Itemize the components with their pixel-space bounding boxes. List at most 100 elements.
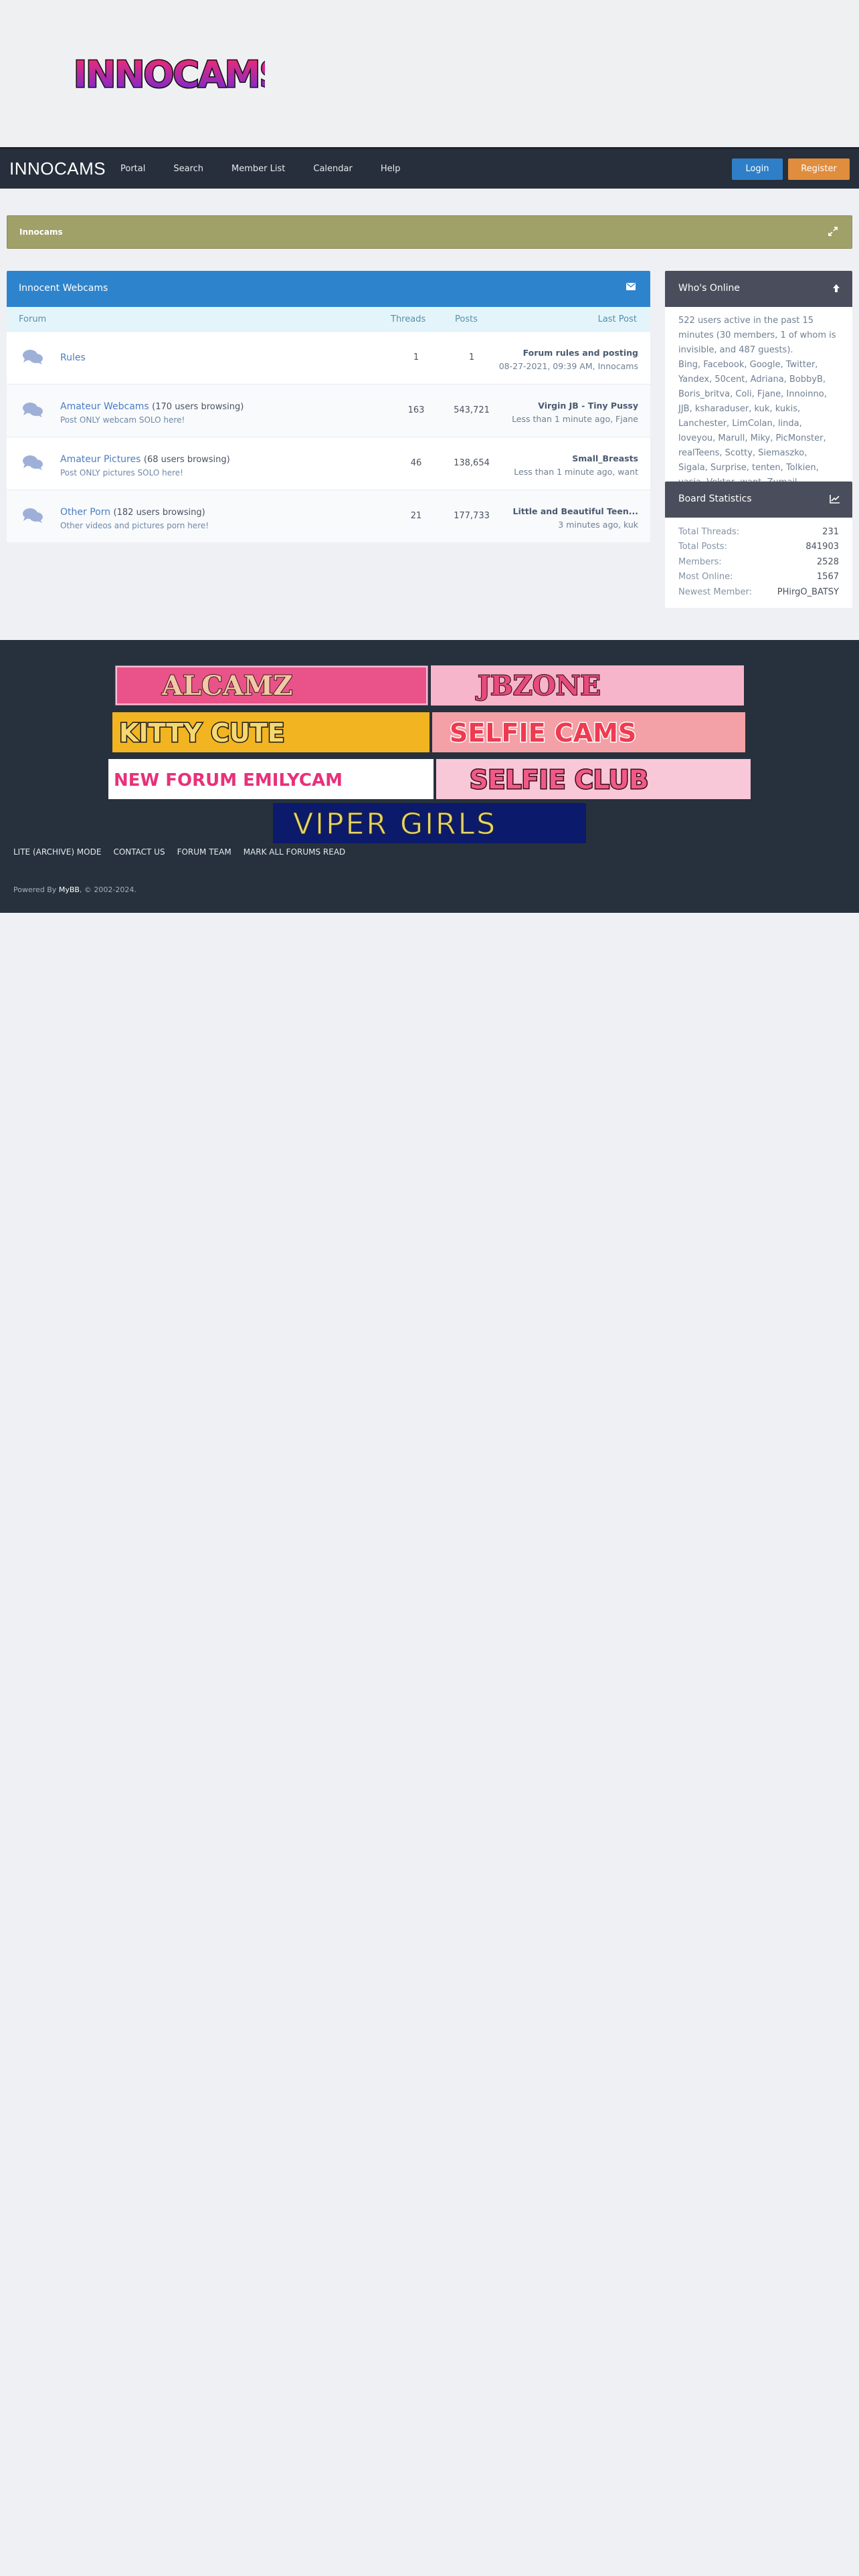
footer-contact-us[interactable]: CONTACT US (113, 847, 165, 857)
post-count: 138,654 (454, 458, 490, 468)
board-stats-title[interactable]: Board Statistics (678, 494, 752, 504)
announcement-title[interactable]: Innocams (19, 227, 63, 237)
last-post-meta: Less than 1 minute ago, want (514, 467, 638, 477)
nav-links: Portal Search Member List Calendar Help (120, 164, 428, 174)
thread-count: 163 (407, 405, 425, 415)
svg-text:NEW FORUM EMILYCAM: NEW FORUM EMILYCAM (114, 770, 343, 790)
banner-selfie-cams[interactable]: SELFIE CAMS (432, 712, 745, 752)
stat-label: Newest Member: (678, 586, 752, 597)
nav-member-list[interactable]: Member List (231, 164, 285, 174)
navbar-brand[interactable]: INNOCAMS (9, 158, 106, 179)
column-headers: Forum Threads Posts Last Post (7, 307, 650, 331)
nav-calendar[interactable]: Calendar (313, 164, 352, 174)
online-summary: 522 users active in the past 15 minutes … (678, 316, 836, 355)
stat-total-threads: Total Threads: 231 (665, 524, 852, 540)
banner-selfie-club[interactable]: SELFIE CLUB (436, 759, 751, 799)
site-logo[interactable]: INNOCAMS (71, 51, 266, 98)
forum-chat-icon (23, 402, 43, 421)
svg-text:JBZONE: JBZONE (476, 670, 601, 702)
last-post: Virgin JB - Tiny Pussy Less than 1 minut… (512, 399, 638, 426)
arrow-up-icon[interactable] (832, 284, 840, 296)
powered-prefix: Powered By (13, 885, 59, 894)
banner-alcamz[interactable]: ALCAMZ (115, 665, 428, 706)
last-post-title[interactable]: Virgin JB - Tiny Pussy (512, 399, 638, 413)
banner-jbzone[interactable]: JBZONE (431, 665, 744, 706)
banner-viper-girls[interactable]: VIPER GIRLS (273, 803, 586, 843)
footer-lite-mode[interactable]: LITE (ARCHIVE) MODE (13, 847, 101, 857)
last-post-meta: 3 minutes ago, kuk (558, 520, 638, 530)
thread-count: 21 (410, 511, 422, 521)
svg-text:KITTY CUTE: KITTY CUTE (119, 718, 285, 748)
nav-portal[interactable]: Portal (120, 164, 145, 174)
browsing-count: (170 users browsing) (152, 402, 244, 412)
site-footer: ALCAMZ JBZONE KITTY CUTE SELFIE CAMS NEW… (0, 640, 859, 913)
nav-help[interactable]: Help (381, 164, 401, 174)
last-post-title[interactable]: Small_Breasts (514, 452, 638, 465)
svg-text:VIPER GIRLS: VIPER GIRLS (293, 807, 497, 841)
footer-mark-read[interactable]: MARK ALL FORUMS READ (244, 847, 346, 857)
forum-name-amateur-pictures[interactable]: Amateur Pictures (60, 454, 140, 465)
stat-label: Most Online: (678, 572, 733, 582)
forum-category: Innocent Webcams Forum Threads Posts Las… (7, 271, 650, 542)
forum-name-rules[interactable]: Rules (60, 352, 86, 363)
forum-title-line: Other Porn (182 users browsing) (60, 507, 205, 518)
whos-online-body: 522 users active in the past 15 minutes … (665, 307, 852, 500)
category-title[interactable]: Innocent Webcams (19, 283, 108, 294)
login-button[interactable]: Login (732, 158, 783, 180)
svg-text:SELFIE CLUB: SELFIE CLUB (470, 765, 648, 794)
last-post-meta: Less than 1 minute ago, Fjane (512, 414, 638, 424)
last-post: Forum rules and posting 08-27-2021, 09:3… (499, 346, 638, 373)
stat-value: 1567 (816, 572, 839, 582)
thread-count: 1 (413, 352, 419, 362)
stat-total-posts: Total Posts: 841903 (665, 540, 852, 555)
forum-description: Other videos and pictures porn here! (60, 521, 209, 530)
nav-search[interactable]: Search (173, 164, 203, 174)
whos-online-title[interactable]: Who's Online (678, 283, 740, 294)
forum-row: Amateur Pictures (68 users browsing) Pos… (7, 437, 650, 490)
rss-icon[interactable] (626, 283, 636, 294)
svg-text:ALCAMZ: ALCAMZ (161, 670, 293, 702)
forum-row: Other Porn (182 users browsing) Other vi… (7, 490, 650, 542)
last-post-title[interactable]: Little and Beautiful Teen... (513, 505, 639, 518)
last-post-meta: 08-27-2021, 09:39 AM, Innocams (498, 361, 638, 371)
browsing-count: (68 users browsing) (143, 455, 230, 465)
banner-emilycam[interactable]: NEW FORUM EMILYCAM (108, 759, 434, 799)
last-post-title[interactable]: Forum rules and posting (499, 346, 638, 360)
browsing-count: (182 users browsing) (113, 508, 205, 518)
forum-description: Post ONLY webcam SOLO here! (60, 415, 185, 425)
register-button[interactable]: Register (788, 158, 850, 180)
stat-members: Members: 2528 (665, 554, 852, 570)
footer-forum-team[interactable]: FORUM TEAM (177, 847, 231, 857)
forum-title-line: Amateur Pictures (68 users browsing) (60, 454, 230, 465)
forum-description: Post ONLY pictures SOLO here! (60, 468, 183, 477)
stat-label: Total Threads: (678, 526, 740, 537)
forum-name-other-porn[interactable]: Other Porn (60, 507, 110, 518)
top-navbar: INNOCAMS Portal Search Member List Calen… (0, 147, 859, 189)
col-threads: Threads (391, 314, 426, 324)
board-stats-header: Board Statistics (665, 481, 852, 518)
stat-value: 841903 (805, 542, 839, 552)
whos-online-header: Who's Online (665, 271, 852, 307)
powered-suffix: , © 2002-2024. (79, 885, 136, 894)
online-members[interactable]: Bing, Facebook, Google, Twitter, Yandex,… (678, 358, 839, 490)
stat-value: 2528 (816, 556, 839, 567)
post-count: 1 (468, 352, 475, 362)
site-logo-text: INNOCAMS (74, 53, 265, 96)
stat-value: 231 (822, 526, 839, 537)
mybb-link[interactable]: MyBB (59, 885, 80, 894)
header-logo-band: INNOCAMS (0, 0, 859, 146)
collapse-icon[interactable] (828, 226, 838, 239)
stat-label: Total Posts: (678, 542, 727, 552)
last-post: Little and Beautiful Teen... 3 minutes a… (513, 505, 639, 532)
board-statistics-panel: Board Statistics Total Threads: 231 Total… (665, 481, 852, 608)
col-last-post: Last Post (597, 314, 637, 324)
forum-row: Rules 1 1 Forum rules and posting 08-27-… (7, 331, 650, 384)
forum-name-amateur-webcams[interactable]: Amateur Webcams (60, 401, 149, 412)
forum-chat-icon (23, 349, 43, 368)
stat-newest-member: Newest Member: PHirgO_BATSY (665, 584, 852, 600)
powered-by: Powered By MyBB, © 2002-2024. (13, 885, 136, 894)
newest-member-link[interactable]: PHirgO_BATSY (777, 587, 839, 597)
forum-title-line: Amateur Webcams (170 users browsing) (60, 401, 244, 412)
banner-kitty-cute[interactable]: KITTY CUTE (112, 712, 430, 752)
stat-most-online: Most Online: 1567 (665, 570, 852, 585)
